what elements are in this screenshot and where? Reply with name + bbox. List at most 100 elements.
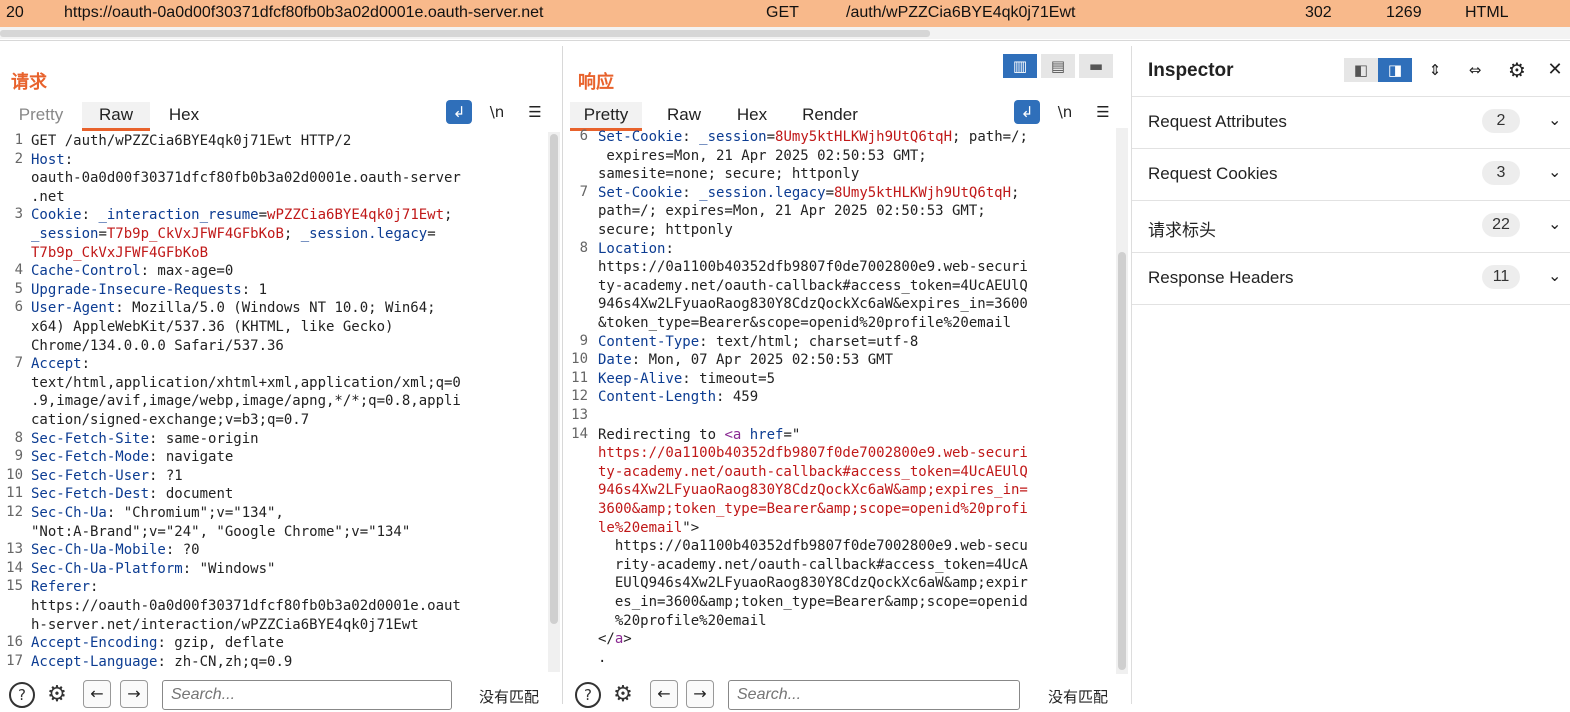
layout-left-icon[interactable]: ◧ xyxy=(1344,58,1378,82)
panel-divider[interactable] xyxy=(562,46,563,704)
count-badge: 2 xyxy=(1482,109,1520,133)
line-number: 5 xyxy=(14,280,23,297)
line-number: 1 xyxy=(14,132,23,148)
code-token: </ xyxy=(598,631,615,648)
code-token: : document xyxy=(149,486,234,503)
code-line: Sec-Ch-Ua-Platform: "Windows" xyxy=(31,560,275,579)
code-token: &token_type=Bearer&scope=openid%20profil… xyxy=(598,315,1012,331)
code-line: oauth-0a0d00f30371dfcf80fb0b3a02d0001e.o… xyxy=(31,169,461,188)
code-line: GET /auth/wPZZCia6BYE4qk0j71Ewt HTTP/2 xyxy=(31,132,351,151)
tab-render[interactable]: Render xyxy=(796,102,864,128)
line-number: 6 xyxy=(579,128,588,144)
line-number: 12 xyxy=(571,388,588,405)
code-line: expires=Mon, 21 Apr 2025 02:50:53 GMT; xyxy=(598,147,926,166)
line-number: 8 xyxy=(579,239,588,256)
code-line: "Not:A-Brand";v="24", "Google Chrome";v=… xyxy=(31,523,410,542)
code-line: Sec-Fetch-Site: same-origin xyxy=(31,430,259,449)
history-selected-row[interactable]: 20 https://oauth-0a0d00f30371dfcf80fb0b3… xyxy=(0,0,1570,27)
response-search-input[interactable] xyxy=(728,680,1020,710)
response-vertical-scrollbar[interactable] xyxy=(1116,128,1128,674)
code-token: : max-age=0 xyxy=(140,263,234,280)
line-number: 16 xyxy=(6,634,23,651)
code-line: User-Agent: Mozilla/5.0 (Windows NT 10.0… xyxy=(31,299,436,318)
row-url: /auth/wPZZCia6BYE4qk0j71Ewt xyxy=(846,4,1076,21)
gear-icon[interactable]: ⚙ xyxy=(1504,58,1530,82)
code-line: Sec-Fetch-User: ?1 xyxy=(31,467,183,486)
line-number: 3 xyxy=(14,206,23,223)
code-token: _interaction_resume xyxy=(98,207,259,224)
code-line: . xyxy=(598,649,606,668)
code-line: secure; httponly xyxy=(598,221,733,240)
code-token: https://oauth-0a0d00f30371dfcf80fb0b3a02… xyxy=(31,598,461,614)
chevron-down-icon[interactable]: ⌄ xyxy=(1548,162,1561,181)
chevron-down-icon[interactable]: ⌄ xyxy=(1548,110,1561,129)
tab-raw[interactable]: Raw xyxy=(658,102,710,128)
code-line: _session=T7b9p_CkVxJFWF4GFbKoB; _session… xyxy=(31,225,436,244)
layout-single-icon[interactable]: ▬ xyxy=(1079,54,1113,78)
code-token: Sec-Fetch-Site xyxy=(31,430,150,447)
code-token: Sec-Ch-Ua-Platform xyxy=(31,560,183,577)
row-mime: HTML xyxy=(1465,4,1509,21)
menu-icon[interactable]: ☰ xyxy=(1090,100,1116,124)
code-line: Redirecting to <a href=" xyxy=(598,426,800,445)
request-vertical-scrollbar[interactable] xyxy=(548,132,560,672)
code-token: href xyxy=(749,426,784,443)
code-line: Set-Cookie: _session.legacy=8Umy5ktHLKWj… xyxy=(598,184,1019,203)
layout-split-vertical-icon[interactable]: ▥ xyxy=(1003,54,1037,78)
code-token: text/html,application/xhtml+xml,applicat… xyxy=(31,374,461,391)
layout-right-icon[interactable]: ◨ xyxy=(1378,58,1412,82)
code-token: le%20email xyxy=(598,519,683,536)
history-horizontal-scrollbar[interactable] xyxy=(0,27,1570,39)
tab-raw[interactable]: Raw xyxy=(82,102,150,131)
code-token: : 1 xyxy=(241,281,268,298)
code-token: "Not:A-Brand";v="24", "Google Chrome";v=… xyxy=(31,523,411,540)
newline-icon[interactable]: \n xyxy=(484,100,510,124)
scrollbar-thumb[interactable] xyxy=(1118,252,1126,670)
line-number: 11 xyxy=(571,369,588,386)
code-line: EUlQ946s4Xw2LFyuaoRaog830Y8CdzQockXc6aW&… xyxy=(598,574,1028,593)
collapse-all-icon[interactable]: ⇔ xyxy=(1462,58,1488,82)
request-search-input[interactable] xyxy=(162,680,452,710)
close-icon[interactable]: ✕ xyxy=(1542,58,1568,82)
layout-split-horizontal-icon[interactable]: ▤ xyxy=(1041,54,1075,78)
code-token: _session.legacy xyxy=(300,226,428,242)
expand-all-icon[interactable]: ⇕ xyxy=(1422,58,1448,82)
code-token: es_in=3600&amp;token_type=Bearer&amp;sco… xyxy=(598,594,1028,610)
wrap-icon[interactable]: ↲ xyxy=(446,100,472,124)
code-token: _session xyxy=(699,129,767,145)
code-line: Date: Mon, 07 Apr 2025 02:50:53 GMT xyxy=(598,351,893,370)
tab-hex[interactable]: Hex xyxy=(158,102,210,128)
code-token: Sec-Ch-Ua xyxy=(31,505,107,521)
newline-icon[interactable]: \n xyxy=(1052,100,1078,124)
inspector-row-request-headers[interactable]: 请求标头 22 ⌄ xyxy=(1132,201,1570,253)
inspector-row-request-cookies[interactable]: Request Cookies 3 ⌄ xyxy=(1132,149,1570,201)
inspector-layout-toggle: ◧ ◨ xyxy=(1344,58,1416,82)
response-editor[interactable]: 6 Set-Cookie: _session=8Umy5ktHLKWjh9UtQ6… xyxy=(566,128,1116,674)
wrap-icon[interactable]: ↲ xyxy=(1014,100,1040,124)
code-line: Content-Type: text/html; charset=utf-8 xyxy=(598,333,918,352)
menu-icon[interactable]: ☰ xyxy=(522,100,548,124)
code-line: Sec-Ch-Ua: "Chromium";v="134", xyxy=(31,504,284,523)
code-token: path=/; expires=Mon, 21 Apr 2025 02:50:5… xyxy=(598,203,986,220)
divider xyxy=(0,40,1570,41)
code-token: : Mon, 07 Apr 2025 02:50:53 GMT xyxy=(631,352,894,369)
scrollbar-thumb[interactable] xyxy=(550,134,558,624)
chevron-down-icon[interactable]: ⌄ xyxy=(1548,266,1561,285)
code-token: ; xyxy=(1011,184,1020,201)
request-editor[interactable]: 1 GET /auth/wPZZCia6BYE4qk0j71Ewt HTTP/2 2… xyxy=(0,132,548,672)
code-token: Accept xyxy=(31,356,82,373)
code-token: ; xyxy=(283,226,301,242)
count-badge: 3 xyxy=(1482,161,1520,185)
scrollbar-thumb[interactable] xyxy=(0,30,930,37)
gear-icon[interactable]: ⚙ xyxy=(44,682,70,708)
inspector-row-request-attributes[interactable]: Request Attributes 2 ⌄ xyxy=(1132,97,1570,149)
gear-icon[interactable]: ⚙ xyxy=(610,682,636,708)
help-icon[interactable]: ? xyxy=(9,682,35,708)
tab-pretty[interactable]: Pretty xyxy=(570,102,642,131)
chevron-down-icon[interactable]: ⌄ xyxy=(1548,214,1561,233)
tab-hex[interactable]: Hex xyxy=(726,102,778,128)
tab-pretty[interactable]: Pretty xyxy=(8,102,74,128)
help-icon[interactable]: ? xyxy=(575,682,601,708)
code-token: "> xyxy=(682,519,700,536)
inspector-row-response-headers[interactable]: Response Headers 11 ⌄ xyxy=(1132,253,1570,305)
